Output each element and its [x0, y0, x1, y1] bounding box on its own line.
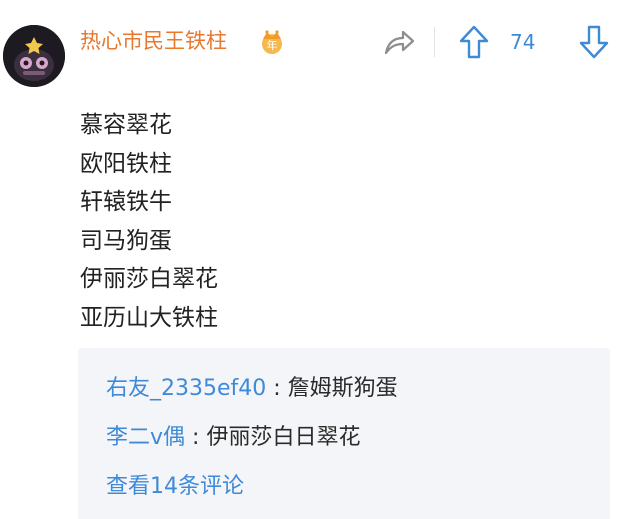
- downvote-button[interactable]: [578, 24, 610, 60]
- reply-author[interactable]: 右友_2335ef40: [106, 376, 266, 401]
- post-line: 慕容翠花: [80, 112, 172, 138]
- reply-separator: :: [266, 376, 288, 401]
- share-arrow-icon: [384, 30, 415, 55]
- post-line: 欧阳铁柱: [80, 150, 172, 177]
- reply-separator: :: [185, 425, 207, 450]
- post-line: 司马狗蛋: [80, 227, 172, 254]
- username[interactable]: 热心市民王铁柱: [80, 26, 227, 56]
- reply-text: 伊丽莎白日翠花: [206, 425, 361, 450]
- avatar[interactable]: [3, 25, 65, 87]
- down-arrow-icon: [579, 25, 609, 59]
- reply-item[interactable]: 李二v偶 : 伊丽莎白日翠花: [106, 423, 360, 453]
- upvote-button[interactable]: [458, 24, 490, 60]
- post-line: 亚历山大铁柱: [80, 304, 218, 331]
- post-body: 慕容翠花 欧阳铁柱 轩辕铁牛 司马狗蛋 伊丽莎白翠花 亚历山大铁柱: [80, 106, 218, 337]
- badge-text: 年: [267, 38, 278, 52]
- avatar-image: [3, 25, 65, 87]
- reply-author[interactable]: 李二v偶: [106, 425, 185, 450]
- post-line: 轩辕铁牛: [80, 189, 172, 215]
- up-arrow-icon: [459, 25, 489, 59]
- reply-item[interactable]: 右友_2335ef40 : 詹姆斯狗蛋: [106, 374, 398, 404]
- crown-icon: 年: [258, 29, 286, 55]
- vote-count: 74: [510, 30, 536, 54]
- see-more-comments-link[interactable]: 查看14条评论: [106, 472, 244, 502]
- share-button[interactable]: [382, 25, 416, 59]
- post-line: 伊丽莎白翠花: [80, 266, 218, 292]
- reply-preview-box[interactable]: 右友_2335ef40 : 詹姆斯狗蛋 李二v偶 : 伊丽莎白日翠花 查看14条…: [78, 348, 610, 519]
- divider: [434, 27, 435, 57]
- reply-text: 詹姆斯狗蛋: [287, 376, 398, 401]
